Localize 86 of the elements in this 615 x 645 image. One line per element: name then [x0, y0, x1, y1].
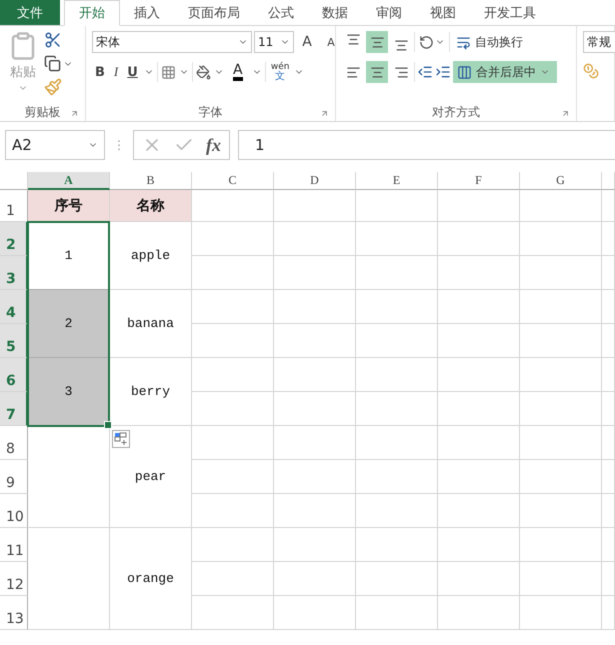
horizontal-align-button[interactable]	[366, 61, 388, 83]
name-box[interactable]: A2	[5, 130, 105, 160]
dialog-launcher-icon[interactable]	[70, 109, 79, 118]
cut-icon[interactable]	[44, 31, 62, 49]
formula-input[interactable]: 1	[238, 130, 615, 160]
empty-cell	[602, 256, 615, 290]
number-format-field[interactable]: 常规	[583, 31, 615, 53]
row-header[interactable]: 7	[0, 392, 28, 426]
align-lines-icon	[394, 38, 408, 52]
row-header[interactable]: 6	[0, 358, 28, 392]
ribbon-tab[interactable]: 数据	[308, 0, 362, 25]
row-header[interactable]: 1	[0, 190, 28, 222]
empty-cell	[602, 460, 615, 494]
more-icon: ⋮	[113, 138, 125, 152]
column-header[interactable]: D	[274, 172, 356, 190]
align-lines-icon	[346, 32, 360, 46]
increase-indent-icon[interactable]	[435, 64, 451, 80]
empty-cell	[602, 562, 615, 596]
empty-cell	[602, 392, 615, 426]
font-style-button[interactable]: I	[110, 61, 122, 83]
table-cell: 3	[28, 358, 110, 426]
align-lines-icon	[370, 64, 384, 80]
row-header[interactable]: 10	[0, 494, 28, 528]
font-name-field[interactable]: 宋体	[92, 31, 252, 53]
align-lines-icon	[346, 64, 360, 80]
row-header[interactable]: 3	[0, 256, 28, 290]
empty-cell	[602, 222, 615, 256]
row-header[interactable]: 11	[0, 528, 28, 562]
column-header[interactable]: E	[356, 172, 438, 190]
row-header[interactable]: 2	[0, 222, 28, 256]
group-label: 字体	[198, 104, 222, 120]
ribbon-tab[interactable]: 开发工具	[470, 0, 550, 25]
wrap-text-button[interactable]: 自动换行	[452, 31, 552, 53]
column-header[interactable]: F	[438, 172, 520, 190]
empty-cell	[602, 290, 615, 324]
insert-function-button[interactable]: fx	[206, 134, 221, 156]
wrap-text-icon	[456, 34, 471, 50]
ribbon-tab[interactable]: 文件	[0, 0, 60, 25]
row-header[interactable]: 13	[0, 596, 28, 630]
header-cell: 名称	[110, 190, 192, 222]
column-header[interactable]: B	[110, 172, 192, 190]
ribbon-tab[interactable]: 开始	[64, 0, 120, 26]
group-label: 剪贴板	[24, 104, 60, 120]
row-header[interactable]: 8	[0, 426, 28, 460]
empty-cell	[602, 528, 615, 562]
font-style-button[interactable]: B	[92, 61, 108, 83]
rotate-icon	[419, 34, 434, 50]
align-lines-icon	[394, 64, 408, 80]
row-header[interactable]: 9	[0, 460, 28, 494]
table-cell: 2	[28, 290, 110, 358]
empty-cell	[602, 358, 615, 392]
row-header[interactable]: 5	[0, 324, 28, 358]
borders-icon[interactable]	[160, 64, 176, 80]
merge-icon	[457, 64, 472, 80]
column-header[interactable]: G	[520, 172, 602, 190]
ribbon-tab[interactable]: 插入	[120, 0, 174, 25]
phonetic-button[interactable]: wén 文	[268, 61, 292, 83]
decrease-indent-icon[interactable]	[417, 64, 433, 80]
quick-analysis-icon[interactable]	[112, 430, 130, 448]
header-cell: 序号	[28, 190, 110, 222]
group-label: 对齐方式	[432, 104, 480, 120]
ribbon-tab[interactable]: 视图	[416, 0, 470, 25]
row-header[interactable]: 4	[0, 290, 28, 324]
dialog-launcher-icon[interactable]	[320, 109, 329, 118]
grow-font-button[interactable]: A	[296, 31, 318, 53]
empty-cell	[602, 494, 615, 528]
copy-icon[interactable]	[44, 55, 61, 72]
shrink-font-button[interactable]: A	[320, 31, 342, 53]
empty-cell	[602, 324, 615, 358]
empty-cell	[602, 426, 615, 460]
column-header[interactable]: C	[192, 172, 274, 190]
ribbon-tab[interactable]: 公式	[254, 0, 308, 25]
merge-center-button[interactable]: 合并后居中	[453, 61, 557, 83]
ribbon-tab[interactable]: 页面布局	[174, 0, 254, 25]
column-header[interactable]: A	[28, 172, 110, 190]
align-lines-icon	[370, 34, 384, 50]
font-style-button[interactable]: U	[124, 61, 141, 83]
dialog-launcher-icon[interactable]	[561, 109, 570, 118]
vertical-align-button[interactable]	[366, 31, 388, 53]
fill-handle[interactable]	[104, 421, 112, 429]
font-size-field[interactable]: 11	[254, 31, 294, 53]
fill-color-icon[interactable]	[196, 64, 211, 80]
empty-cell	[602, 596, 615, 630]
ribbon-tab[interactable]: 审阅	[362, 0, 416, 25]
font-color-button[interactable]: A	[226, 61, 249, 83]
row-header[interactable]: 12	[0, 562, 28, 596]
